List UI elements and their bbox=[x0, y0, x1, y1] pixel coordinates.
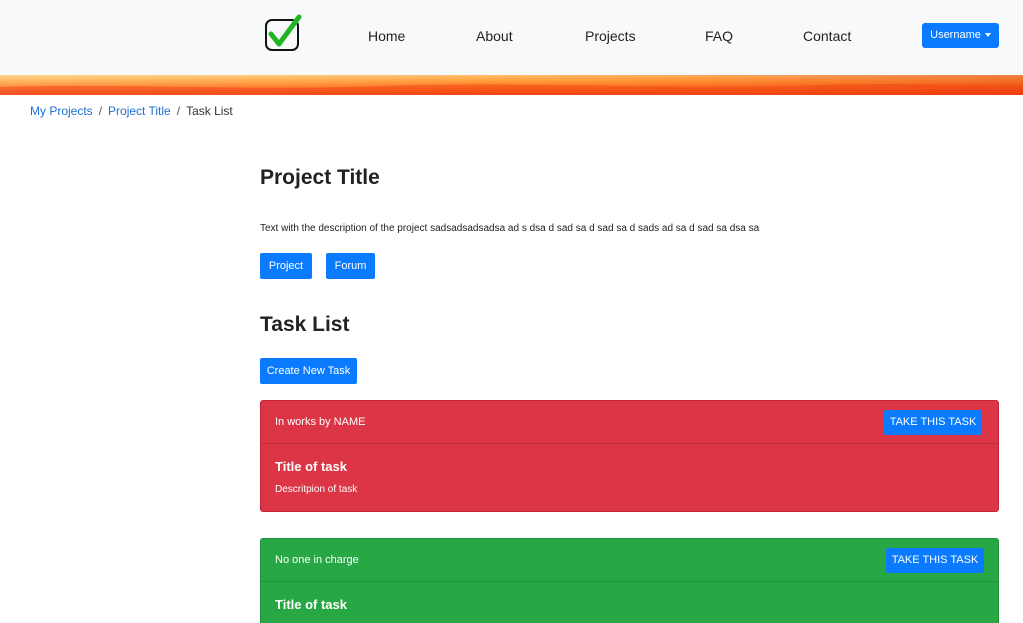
breadcrumb-my-projects[interactable]: My Projects bbox=[30, 104, 93, 118]
task-title: Title of task bbox=[275, 459, 348, 474]
task-card: In works by NAME TAKE THIS TASK Title of… bbox=[260, 400, 999, 512]
project-button[interactable]: Project bbox=[260, 253, 312, 279]
take-task-button[interactable]: TAKE THIS TASK bbox=[886, 548, 984, 573]
task-status: In works by NAME bbox=[275, 416, 366, 428]
caret-down-icon bbox=[984, 33, 991, 38]
checkbox-checkmark-icon[interactable] bbox=[264, 14, 302, 52]
project-title: Project Title bbox=[260, 166, 380, 189]
breadcrumb: My Projects / Project Title / Task List bbox=[30, 103, 233, 119]
task-description: Descritpion of task bbox=[275, 484, 358, 495]
nav-home[interactable]: Home bbox=[368, 27, 405, 45]
task-card-header: No one in charge TAKE THIS TASK bbox=[261, 539, 998, 582]
task-card-header: In works by NAME TAKE THIS TASK bbox=[261, 401, 998, 444]
task-title: Title of task bbox=[275, 597, 348, 612]
user-dropdown-button[interactable]: Username bbox=[922, 23, 999, 48]
take-task-button[interactable]: TAKE THIS TASK bbox=[884, 410, 982, 435]
task-list-heading: Task List bbox=[260, 313, 350, 336]
breadcrumb-project-title[interactable]: Project Title bbox=[108, 104, 171, 118]
breadcrumb-separator: / bbox=[176, 104, 181, 118]
navbar: Home About Projects FAQ Contact Username bbox=[0, 0, 1023, 75]
project-description: Text with the description of the project… bbox=[260, 223, 760, 234]
forum-button[interactable]: Forum bbox=[326, 253, 375, 279]
nav-about[interactable]: About bbox=[476, 27, 513, 45]
task-status: No one in charge bbox=[275, 554, 359, 566]
nav-projects[interactable]: Projects bbox=[585, 27, 636, 45]
create-new-task-button[interactable]: Create New Task bbox=[260, 358, 357, 384]
nav-contact[interactable]: Contact bbox=[803, 27, 851, 45]
flame-banner bbox=[0, 75, 1023, 95]
nav-faq[interactable]: FAQ bbox=[705, 27, 733, 45]
breadcrumb-current: Task List bbox=[186, 104, 233, 118]
user-dropdown-label: Username bbox=[930, 29, 981, 41]
breadcrumb-separator: / bbox=[98, 104, 103, 118]
task-card: No one in charge TAKE THIS TASK Title of… bbox=[260, 538, 999, 623]
